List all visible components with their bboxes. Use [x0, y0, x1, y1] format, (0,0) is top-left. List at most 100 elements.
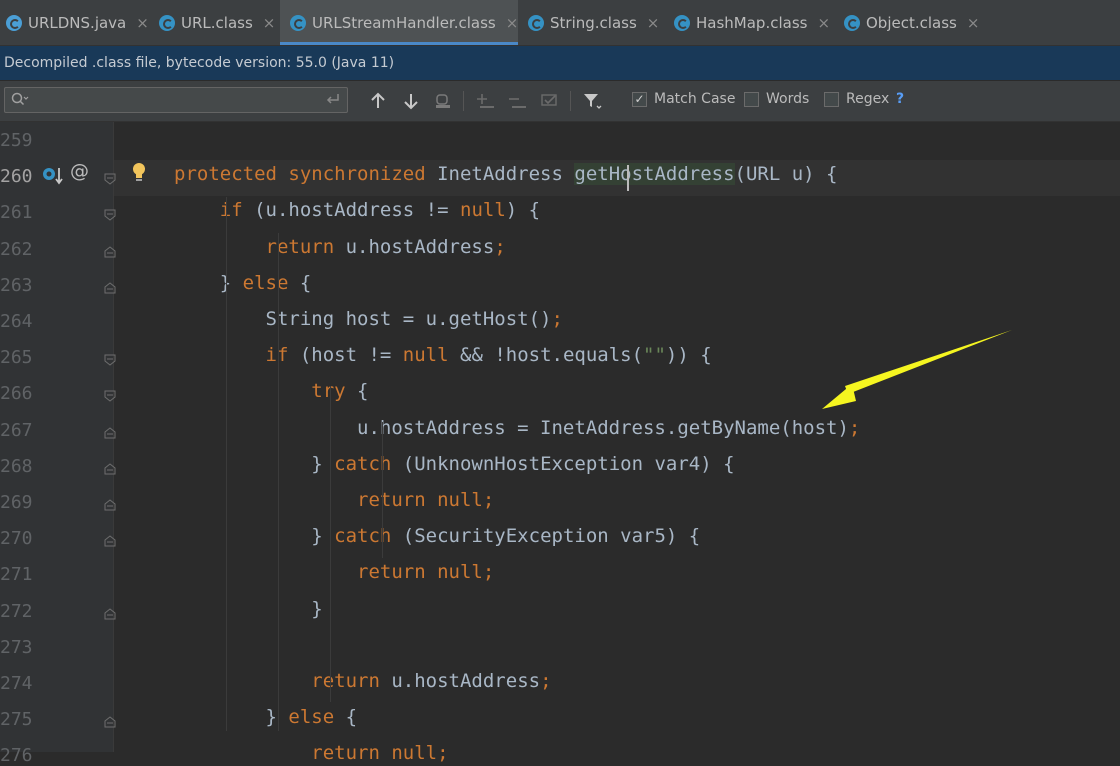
line-number: 276 [0, 745, 33, 766]
tab-urlstreamhandler-class[interactable]: URLStreamHandler.class × [280, 0, 518, 45]
add-occurrence-icon[interactable] [475, 90, 497, 112]
code-token: } [174, 525, 335, 548]
code-line: return null; [174, 561, 494, 583]
search-history-icon[interactable] [11, 92, 29, 110]
fold-marker-icon[interactable] [103, 498, 117, 512]
new-line-icon[interactable] [325, 91, 341, 111]
annotation-icon[interactable]: @ [70, 160, 89, 182]
search-input[interactable] [33, 90, 327, 112]
regex-checkbox[interactable]: Regex [824, 91, 889, 107]
code-line: } catch (SecurityException var5) { [174, 525, 700, 547]
code-token: String host = u.getHost() [174, 308, 552, 330]
fold-marker-icon[interactable] [103, 353, 117, 367]
regex-help-icon[interactable]: ? [896, 91, 904, 107]
line-number: 269 [0, 492, 33, 513]
keyword-token: null [460, 199, 506, 222]
class-icon [528, 14, 544, 31]
code-token: u.hostAddress [345, 235, 495, 258]
override-method-icon[interactable] [42, 166, 64, 192]
fold-marker-icon[interactable] [103, 245, 117, 259]
close-icon[interactable]: × [817, 14, 830, 32]
fold-marker-icon[interactable] [103, 389, 117, 403]
code-token: (SecurityException var5) { [402, 525, 701, 548]
fold-marker-icon[interactable] [103, 208, 117, 222]
fold-marker-icon[interactable] [103, 462, 117, 476]
keyword-token: return null; [357, 561, 495, 584]
code-token: (URL u) { [734, 163, 838, 186]
tab-label: HashMap.class [696, 13, 808, 32]
find-all-icon[interactable] [432, 90, 454, 112]
code-line: try { [174, 380, 368, 402]
keyword-token: catch [334, 452, 403, 475]
tab-label: URLStreamHandler.class [312, 13, 496, 32]
toolbar-separator [463, 91, 464, 111]
code-line: return null; [174, 742, 449, 765]
code-token: u.hostAddress [391, 670, 541, 692]
select-all-occurrences-icon[interactable] [539, 90, 561, 112]
line-number: 263 [0, 274, 33, 296]
fold-marker-icon[interactable] [103, 172, 117, 186]
code-line: } else { [174, 271, 312, 294]
tab-url-class[interactable]: URL.class × [153, 0, 283, 45]
filter-icon[interactable] [582, 90, 604, 112]
code-token: ) { [505, 199, 541, 222]
fold-marker-icon[interactable] [103, 281, 117, 295]
code-line: } [174, 598, 322, 620]
words-box [744, 91, 759, 107]
next-occurrence-icon[interactable] [400, 90, 422, 112]
keyword-token: else [288, 706, 346, 729]
close-icon[interactable]: × [506, 14, 519, 32]
words-checkbox[interactable]: Words [744, 91, 809, 107]
code-token: InetAddress [437, 163, 575, 186]
close-icon[interactable]: × [967, 14, 980, 32]
indent-guide [278, 233, 279, 731]
close-icon[interactable]: × [136, 14, 149, 32]
close-icon[interactable]: × [263, 14, 276, 32]
regex-label: Regex [846, 91, 890, 107]
match-case-checkbox[interactable]: ✓ Match Case [632, 91, 735, 107]
code-line: return u.hostAddress; [174, 236, 506, 258]
highlighted-method-name: getHostAddress [574, 163, 735, 186]
line-number: 259 [0, 130, 33, 151]
tab-object-class[interactable]: Object.class × [838, 0, 1004, 45]
keyword-token: return null; [311, 742, 449, 765]
tab-label: URL.class [181, 13, 253, 32]
code-editor[interactable]: @ 259 260 protected synchronized InetAddre… [0, 122, 1120, 766]
fold-marker-icon[interactable] [103, 534, 117, 548]
tab-hashmap-class[interactable]: HashMap.class × [668, 0, 840, 45]
lightbulb-icon[interactable] [131, 162, 147, 188]
fold-marker-icon[interactable] [103, 426, 117, 440]
tab-string-class[interactable]: String.class × [522, 0, 668, 45]
indent-guide [330, 386, 331, 702]
keyword-token: ; [848, 416, 861, 439]
code-token: (u.hostAddress != [254, 199, 460, 222]
keyword-token: if [219, 199, 255, 222]
words-label: Words [766, 91, 810, 107]
close-icon[interactable]: × [647, 14, 660, 32]
tab-urldns-java[interactable]: URLDNS.java × [0, 0, 154, 45]
fold-marker-icon[interactable] [103, 715, 117, 729]
line-number: 273 [0, 636, 33, 658]
code-token: { [299, 271, 312, 294]
line-number: 272 [0, 600, 33, 622]
code-token: )) { [665, 344, 712, 367]
line-number: 267 [0, 419, 33, 441]
line-number: 271 [0, 564, 33, 586]
match-case-check-icon: ✓ [632, 91, 647, 107]
remove-occurrence-icon[interactable] [507, 90, 529, 112]
keyword-token: ; [540, 670, 552, 692]
tab-label: URLDNS.java [28, 13, 127, 32]
fold-marker-icon[interactable] [103, 607, 117, 621]
line-number: 275 [0, 709, 33, 731]
line-number: 270 [0, 528, 33, 550]
previous-occurrence-icon[interactable] [367, 90, 389, 112]
search-field[interactable] [4, 87, 348, 113]
code-line: return u.hostAddress; [174, 670, 552, 692]
code-line: } catch (UnknownHostException var4) { [174, 452, 734, 475]
code-token: } [174, 452, 335, 475]
keyword-token: return [311, 670, 392, 692]
line-number: 260 [0, 166, 33, 188]
